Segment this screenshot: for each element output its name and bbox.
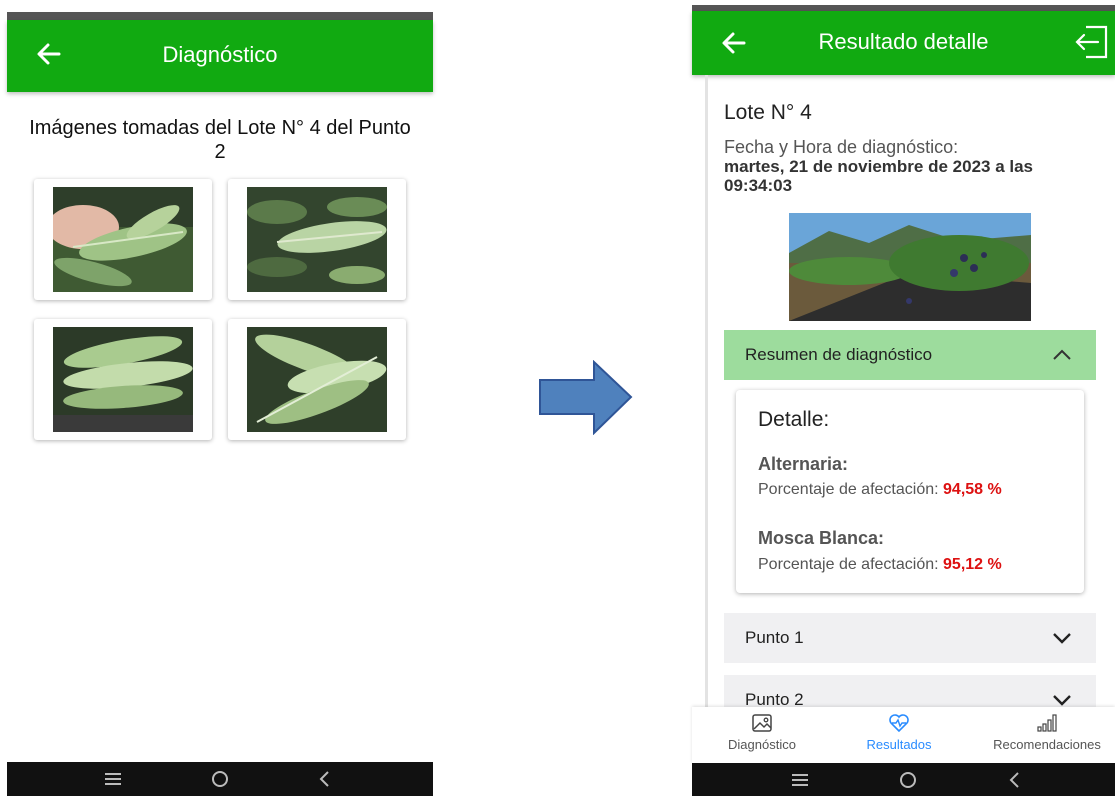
punto-label: Punto 1 — [745, 628, 804, 647]
home-icon[interactable] — [210, 770, 230, 788]
diagnostico-screen: Diagnóstico Imágenes tomadas del Lote N°… — [7, 12, 433, 796]
status-bar — [7, 12, 433, 20]
nav-label: Diagnóstico — [728, 737, 796, 752]
pest-name: Alternaria: — [758, 454, 849, 474]
app-bar: Diagnóstico — [7, 20, 433, 92]
heart-pulse-icon — [889, 714, 909, 733]
leaf-photo — [53, 327, 193, 432]
menu-icon[interactable] — [790, 771, 810, 789]
app-bar: Resultado detalle — [692, 11, 1115, 75]
back-icon[interactable] — [315, 770, 335, 788]
resultado-detalle-screen: Resultado detalle Lote N° 4 Fecha y Hora… — [692, 5, 1115, 796]
nav-diagnostico[interactable]: Diagnóstico — [692, 713, 832, 752]
nav-label: Recomendaciones — [993, 737, 1101, 752]
percentage-value: 95,12 % — [943, 556, 1002, 573]
summary-accordion-header[interactable]: Resumen de diagnóstico — [724, 330, 1096, 380]
nav-label: Resultados — [866, 737, 932, 752]
chevron-down-icon — [1053, 633, 1071, 644]
leaf-photo — [247, 187, 387, 292]
fecha-label: Fecha y Hora de diagnóstico: — [724, 137, 959, 157]
system-nav-bar — [692, 763, 1115, 796]
field-photo — [789, 213, 1031, 321]
image-card[interactable] — [228, 179, 406, 300]
lote-title: Lote N° 4 — [724, 101, 812, 124]
fecha-value: martes, 21 de noviembre de 2023 a las 09… — [724, 157, 1034, 195]
chevron-up-icon — [1053, 349, 1071, 360]
punto-label: Punto 2 — [745, 690, 804, 707]
leaf-photo — [247, 327, 387, 432]
detail-card: Detalle: Alternaria: Porcentaje de afect… — [736, 390, 1084, 593]
image-icon — [752, 714, 772, 732]
page-title: Resultado detalle — [818, 29, 989, 54]
nav-recomendaciones[interactable]: Recomendaciones — [977, 713, 1115, 752]
punto-1-accordion[interactable]: Punto 1 — [724, 613, 1096, 663]
image-card[interactable] — [34, 319, 212, 440]
logout-icon[interactable] — [1072, 23, 1112, 61]
menu-icon[interactable] — [103, 770, 123, 788]
leaf-photo — [53, 187, 193, 292]
page-title: Diagnóstico — [162, 42, 278, 67]
image-card[interactable] — [228, 319, 406, 440]
scrollbar-track — [705, 75, 708, 707]
signal-bars-icon — [1037, 714, 1057, 732]
pest-percentage: Porcentaje de afectación: 94,58 % — [758, 481, 1002, 499]
right-arrow-icon — [539, 360, 633, 435]
back-icon[interactable] — [1005, 771, 1025, 789]
percentage-label: Porcentaje de afectación: — [758, 481, 939, 498]
punto-2-accordion[interactable]: Punto 2 — [724, 675, 1096, 707]
chevron-down-icon — [1053, 695, 1071, 706]
home-icon[interactable] — [898, 771, 918, 789]
bottom-navigation: Diagnóstico Resultados Recomendaciones — [692, 707, 1115, 763]
pest-percentage: Porcentaje de afectación: 95,12 % — [758, 556, 1002, 574]
pest-name: Mosca Blanca: — [758, 528, 885, 548]
system-nav-bar — [7, 762, 433, 796]
percentage-value: 94,58 % — [943, 481, 1002, 498]
nav-resultados[interactable]: Resultados — [829, 713, 969, 752]
detail-title: Detalle: — [758, 408, 830, 431]
percentage-label: Porcentaje de afectación: — [758, 556, 939, 573]
images-heading: Imágenes tomadas del Lote N° 4 del Punto… — [29, 117, 411, 163]
scroll-content[interactable]: Lote N° 4 Fecha y Hora de diagnóstico: m… — [692, 75, 1115, 707]
image-card[interactable] — [34, 179, 212, 300]
summary-label: Resumen de diagnóstico — [745, 345, 933, 364]
